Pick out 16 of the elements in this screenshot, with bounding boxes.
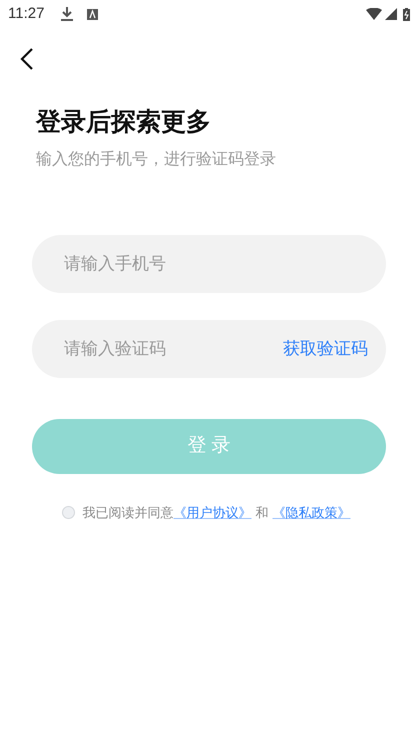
page-subtitle: 输入您的手机号，进行验证码登录 xyxy=(36,150,277,170)
get-code-link[interactable]: 获取验证码 xyxy=(283,336,368,362)
download-icon xyxy=(61,7,74,21)
agreement-checkbox[interactable] xyxy=(62,506,74,520)
signal-icon xyxy=(385,8,397,20)
user-agreement-link[interactable]: 《用户协议》 xyxy=(174,503,252,522)
status-time: 11:27 xyxy=(8,4,44,24)
wifi-icon xyxy=(366,8,382,20)
privacy-policy-link[interactable]: 《隐私政策》 xyxy=(272,503,350,522)
code-field[interactable]: 请输入验证码 获取验证码 xyxy=(32,320,386,378)
battery-icon xyxy=(403,8,410,20)
agreement-text: 我已阅读并同意 xyxy=(82,504,174,522)
conjunction-text: 和 xyxy=(256,504,268,522)
notification-icon xyxy=(87,8,98,20)
page-title: 登录后探索更多 xyxy=(36,107,212,138)
phone-field[interactable]: 请输入手机号 xyxy=(32,235,386,293)
